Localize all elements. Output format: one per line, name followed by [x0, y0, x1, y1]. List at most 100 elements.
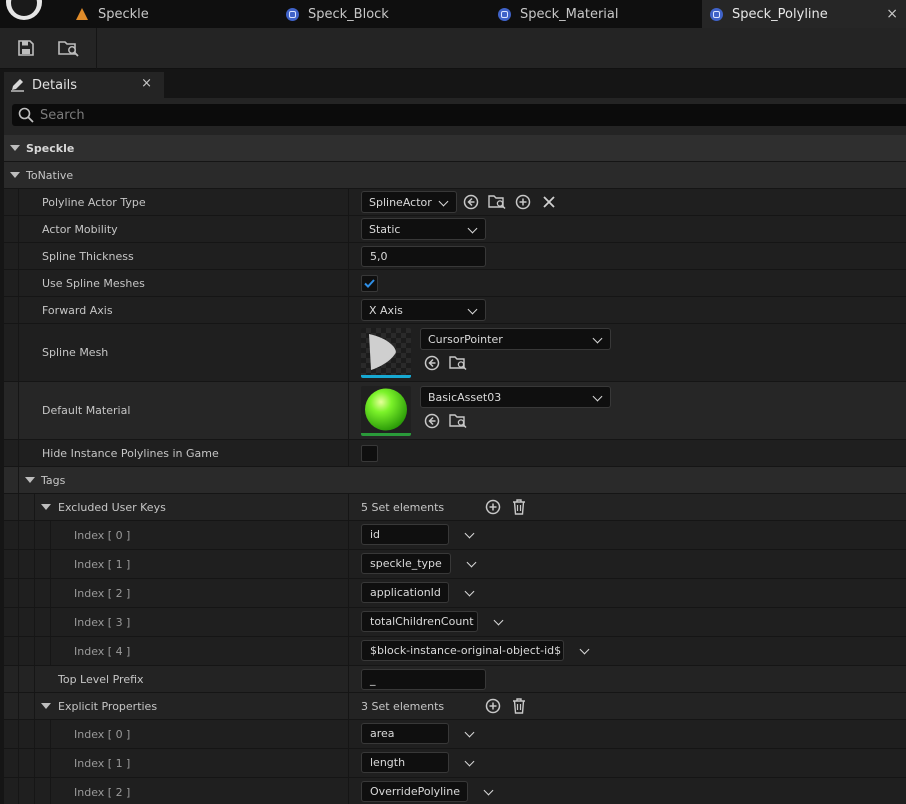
index-label: Index [ 1 ] [74, 558, 131, 571]
column-splitter[interactable] [348, 666, 349, 692]
column-splitter[interactable] [348, 550, 349, 578]
column-splitter[interactable] [348, 749, 349, 777]
browse-asset-button[interactable] [449, 412, 467, 430]
default-material-combo[interactable]: BasicAsset03 [420, 386, 611, 408]
clear-button[interactable] [540, 193, 558, 211]
column-splitter[interactable] [348, 693, 349, 719]
use-selected-button[interactable] [423, 354, 441, 372]
chevron-down-icon[interactable] [464, 586, 475, 597]
excluded-key-item-4: Index [ 4 ] $block-instance-original-obj… [4, 637, 906, 666]
column-splitter[interactable] [348, 778, 349, 804]
explicit-property-input[interactable]: OverridePolyline [361, 781, 468, 802]
hide-instance-polylines-checkbox[interactable] [361, 445, 378, 462]
close-details-icon[interactable]: × [141, 76, 152, 91]
default-material-thumbnail[interactable] [361, 386, 411, 436]
material-sphere-icon [365, 388, 407, 431]
explicit-property-input[interactable]: area [361, 723, 449, 744]
chevron-down-icon[interactable] [466, 557, 477, 568]
details-panel-tab[interactable]: Details × [4, 72, 164, 98]
spline-thickness-input[interactable]: 5,0 [361, 246, 486, 267]
indent-guide [34, 608, 35, 636]
excluded-key-input[interactable]: applicationId [361, 582, 449, 603]
column-splitter[interactable] [348, 216, 349, 242]
chevron-down-icon[interactable] [579, 644, 590, 655]
use-spline-meshes-checkbox[interactable] [361, 275, 378, 292]
empty-set-button[interactable] [510, 697, 528, 715]
add-button[interactable] [514, 193, 532, 211]
tab-speck-block[interactable]: Speck_Block [286, 0, 486, 28]
chevron-down-icon[interactable] [464, 528, 475, 539]
excluded-key-input[interactable]: id [361, 524, 449, 545]
tab-label: Speckle [98, 6, 149, 22]
close-tab-icon[interactable]: × [886, 6, 898, 22]
set-element-count: 3 Set elements [361, 700, 445, 713]
column-splitter[interactable] [348, 720, 349, 748]
indent-guide [18, 608, 19, 636]
empty-set-button[interactable] [510, 498, 528, 516]
tab-speck-material[interactable]: Speck_Material [498, 0, 698, 28]
spline-mesh-combo[interactable]: CursorPointer [420, 328, 611, 350]
search-icon [18, 107, 34, 123]
collapse-arrow-icon[interactable] [10, 172, 20, 178]
category-speckle[interactable]: Speckle [4, 135, 906, 162]
column-splitter[interactable] [348, 297, 349, 323]
explicit-property-input[interactable]: length [361, 752, 449, 773]
property-label: Forward Axis [42, 304, 113, 317]
column-splitter[interactable] [348, 324, 349, 381]
chevron-down-icon[interactable] [483, 785, 494, 796]
tab-speck-polyline[interactable]: Speck_Polyline × [702, 0, 906, 28]
property-use-spline-meshes: Use Spline Meshes [4, 270, 906, 297]
column-splitter[interactable] [348, 189, 349, 215]
index-label: Index [ 0 ] [74, 728, 131, 741]
excluded-key-item-3: Index [ 3 ] totalChildrenCount [4, 608, 906, 637]
use-selected-button[interactable] [462, 193, 480, 211]
search-input[interactable]: Search [12, 104, 906, 126]
save-button[interactable] [15, 37, 37, 59]
tab-label: Speck_Material [520, 6, 619, 22]
browse-asset-button[interactable] [488, 193, 506, 211]
collapse-arrow-icon[interactable] [25, 477, 35, 483]
add-element-button[interactable] [484, 697, 502, 715]
chevron-down-icon[interactable] [464, 727, 475, 738]
browse-asset-button[interactable] [449, 354, 467, 372]
forward-axis-combo[interactable]: X Axis [361, 299, 486, 321]
excluded-key-input[interactable]: totalChildrenCount [361, 611, 478, 632]
column-splitter[interactable] [348, 637, 349, 665]
blueprint-icon [710, 7, 723, 21]
top-level-prefix-input[interactable]: _ [361, 669, 486, 690]
column-splitter[interactable] [348, 440, 349, 466]
browse-button[interactable] [58, 37, 80, 59]
chevron-down-icon[interactable] [493, 615, 504, 626]
chevron-down-icon[interactable] [464, 756, 475, 767]
collapse-arrow-icon[interactable] [41, 703, 51, 709]
polyline-actor-type-combo[interactable]: SplineActor [361, 191, 457, 213]
subcategory-tags[interactable]: Tags [4, 467, 906, 494]
property-label: Excluded User Keys [58, 501, 166, 514]
spline-mesh-thumbnail[interactable] [361, 328, 411, 378]
collapse-arrow-icon[interactable] [41, 504, 51, 510]
excluded-key-input[interactable]: $block-instance-original-object-id$ [361, 640, 564, 661]
column-splitter[interactable] [348, 243, 349, 269]
indent-guide [18, 189, 19, 215]
column-splitter[interactable] [348, 608, 349, 636]
column-splitter[interactable] [348, 521, 349, 549]
use-selected-button[interactable] [423, 412, 441, 430]
collapse-arrow-icon[interactable] [10, 145, 20, 151]
indent-guide [34, 521, 35, 549]
subcategory-tonative[interactable]: ToNative [4, 162, 906, 189]
excluded-key-input[interactable]: speckle_type [361, 553, 451, 574]
indent-guide [18, 521, 19, 549]
input-value: OverridePolyline [370, 785, 460, 798]
add-element-button[interactable] [484, 498, 502, 516]
indent-guide [18, 494, 19, 520]
unreal-logo-icon[interactable] [6, 0, 42, 20]
indent-guide [50, 550, 51, 578]
actor-mobility-combo[interactable]: Static [361, 218, 486, 240]
tab-speckle[interactable]: Speckle [76, 0, 276, 28]
column-splitter[interactable] [348, 382, 349, 439]
category-label: Speckle [26, 142, 75, 155]
explicit-property-item-2: Index [ 2 ] OverridePolyline [4, 778, 906, 804]
column-splitter[interactable] [348, 270, 349, 296]
column-splitter[interactable] [348, 494, 349, 520]
column-splitter[interactable] [348, 579, 349, 607]
